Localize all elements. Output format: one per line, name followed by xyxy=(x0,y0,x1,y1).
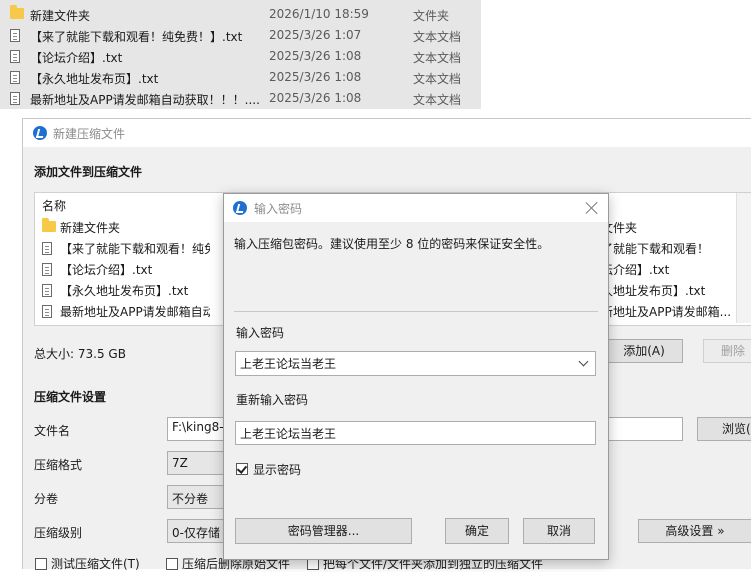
close-icon[interactable] xyxy=(585,201,599,215)
delete-button[interactable]: 删除 xyxy=(703,339,751,363)
reenter-password-label: 重新输入密码 xyxy=(236,393,309,407)
text-file-icon xyxy=(10,50,20,63)
browse-button[interactable]: 浏览( xyxy=(697,417,751,441)
list-scrollbar[interactable] xyxy=(736,193,751,323)
total-size-text: 总大小: 73.5 GB xyxy=(34,347,126,361)
list-item-detail: 了就能下载和观看！ xyxy=(601,242,710,256)
window-title: 新建压缩文件 xyxy=(53,127,126,141)
test-archive-label: 测试压缩文件(T) xyxy=(51,557,140,571)
explorer-row-name: 新建文件夹 xyxy=(30,9,91,23)
split-label: 分卷 xyxy=(34,492,59,506)
explorer-row[interactable]: 新建文件夹 2026/1/10 18:59 文件夹 xyxy=(0,4,481,25)
chevron-down-icon[interactable] xyxy=(578,356,589,367)
test-archive-checkbox[interactable] xyxy=(35,558,47,570)
list-item-detail: 久地址发布页】.txt xyxy=(601,284,706,298)
explorer-row-date: 2026/1/10 18:59 xyxy=(269,7,369,21)
explorer-row-name: 最新地址及APP请发邮箱自动获取！！！.... xyxy=(30,93,260,107)
explorer-row-type: 文件夹 xyxy=(413,9,450,23)
folder-icon xyxy=(10,5,24,19)
explorer-row-type: 文本文档 xyxy=(413,51,462,65)
list-item-name: 【来了就能下载和观看！纯免费 xyxy=(60,242,210,256)
list-item-name: 【论坛介绍】.txt xyxy=(60,263,153,277)
show-password-label: 显示密码 xyxy=(253,463,302,477)
dialog-titlebar[interactable]: 输入密码 xyxy=(224,194,608,222)
explorer-row-name: 【永久地址发布页】.txt xyxy=(30,72,159,86)
list-item-name: 新建文件夹 xyxy=(60,221,121,235)
filename-label: 文件名 xyxy=(34,424,71,438)
text-file-icon xyxy=(10,71,20,84)
text-file-icon xyxy=(10,29,20,42)
list-item-name: 【永久地址发布页】.txt xyxy=(60,284,189,298)
password-value: 上老王论坛当老王 xyxy=(240,357,337,371)
explorer-row-date: 2025/3/26 1:08 xyxy=(269,91,362,105)
password-dialog: 输入密码 输入压缩包密码。建议使用至少 8 位的密码来保证安全性。 输入密码 上… xyxy=(223,193,609,560)
explorer-row[interactable]: 【来了就能下载和观看！纯免费！】.txt 2025/3/26 1:07 文本文档 xyxy=(0,25,481,46)
explorer-row-name: 【来了就能下载和观看！纯免费！】.txt xyxy=(30,30,243,44)
password-manager-button[interactable]: 密码管理器... xyxy=(235,518,412,544)
column-header-name[interactable]: 名称 xyxy=(42,197,66,214)
dialog-description: 输入压缩包密码。建议使用至少 8 位的密码来保证安全性。 xyxy=(234,237,550,251)
list-item-detail: 坛介绍】.txt xyxy=(601,263,670,277)
explorer-row-date: 2025/3/26 1:07 xyxy=(269,28,362,42)
add-button[interactable]: 添加(A) xyxy=(605,339,683,363)
explorer-row[interactable]: 【论坛介绍】.txt 2025/3/26 1:08 文本文档 xyxy=(0,46,481,67)
text-file-icon xyxy=(42,263,52,276)
format-label: 压缩格式 xyxy=(34,458,83,472)
archive-settings-title: 压缩文件设置 xyxy=(34,390,107,404)
advanced-settings-button[interactable]: 高级设置 » xyxy=(638,519,751,543)
app-logo-icon xyxy=(33,126,47,140)
filename-field-tail[interactable] xyxy=(608,417,683,441)
cancel-button[interactable]: 取消 xyxy=(523,518,595,544)
window-titlebar[interactable]: 新建压缩文件 xyxy=(23,119,751,147)
list-item-name: 最新地址及APP请发邮箱自动获 xyxy=(60,305,210,319)
explorer-row-date: 2025/3/26 1:08 xyxy=(269,49,362,63)
password-label: 输入密码 xyxy=(236,326,285,340)
explorer-row-name: 【论坛介绍】.txt xyxy=(30,51,123,65)
level-label: 压缩级别 xyxy=(34,526,83,540)
folder-icon xyxy=(42,218,56,232)
explorer-row-type: 文本文档 xyxy=(413,72,462,86)
reenter-password-input[interactable]: 上老王论坛当老王 xyxy=(235,421,596,445)
explorer-row-date: 2025/3/26 1:08 xyxy=(269,70,362,84)
check-icon xyxy=(236,463,248,474)
explorer-row-type: 文本文档 xyxy=(413,30,462,44)
text-file-icon xyxy=(42,242,52,255)
text-file-icon xyxy=(10,92,20,105)
show-password-checkbox[interactable] xyxy=(236,463,248,475)
add-files-section-title: 添加文件到压缩文件 xyxy=(34,165,143,179)
list-item-detail: 新地址及APP请发邮箱... xyxy=(601,305,732,319)
explorer-row[interactable]: 【永久地址发布页】.txt 2025/3/26 1:08 文本文档 xyxy=(0,67,481,88)
divider xyxy=(234,311,598,312)
explorer-row[interactable]: 最新地址及APP请发邮箱自动获取！！！.... 2025/3/26 1:08 文… xyxy=(0,88,481,109)
delete-source-checkbox[interactable] xyxy=(166,558,178,570)
app-logo-icon xyxy=(233,201,247,215)
explorer-row-type: 文本文档 xyxy=(413,93,462,107)
password-input[interactable]: 上老王论坛当老王 xyxy=(235,351,596,376)
text-file-icon xyxy=(42,284,52,297)
file-explorer-list: 新建文件夹 2026/1/10 18:59 文件夹 【来了就能下载和观看！纯免费… xyxy=(0,0,481,109)
ok-button[interactable]: 确定 xyxy=(445,518,509,544)
text-file-icon xyxy=(42,305,52,318)
dialog-title: 输入密码 xyxy=(254,202,303,216)
